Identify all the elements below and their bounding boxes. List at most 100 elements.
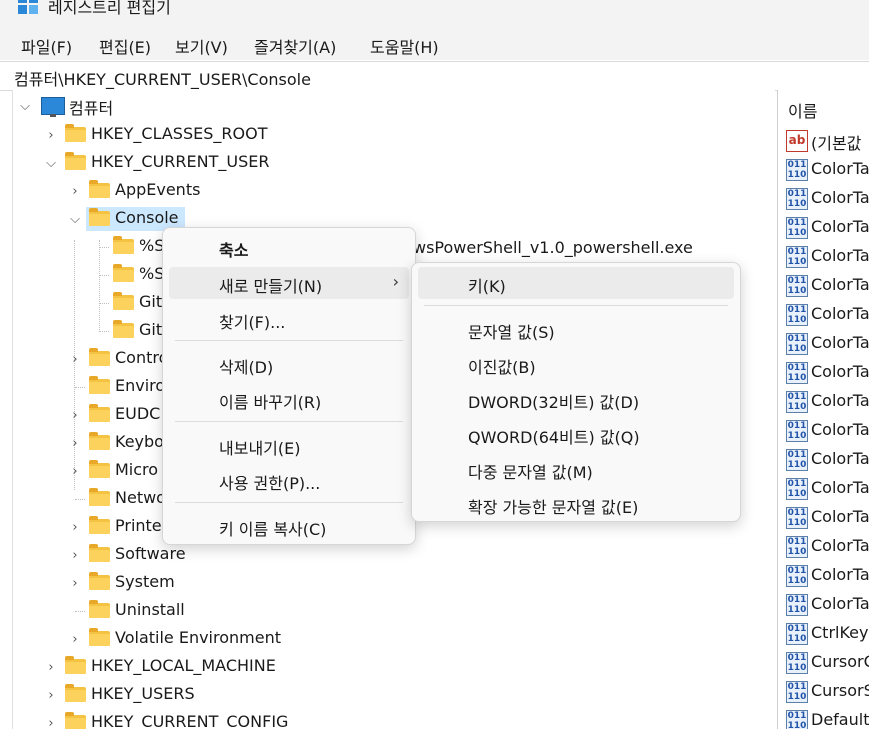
tree-guide bbox=[99, 240, 100, 330]
binary-value-icon: 011 110 bbox=[786, 449, 808, 471]
submenu-item-string-value[interactable]: 문자열 값(S) bbox=[418, 313, 734, 345]
tree-label: 컴퓨터 bbox=[69, 99, 114, 118]
tree-guide bbox=[99, 331, 109, 332]
folder-icon bbox=[65, 124, 86, 142]
value-name: ColorTa bbox=[811, 536, 869, 555]
menu-item-label: 다중 문자열 값(M) bbox=[468, 463, 593, 482]
value-name: ColorTa bbox=[811, 304, 869, 323]
binary-value-icon: 011 110 bbox=[786, 420, 808, 442]
menu-edit[interactable]: 편집(E) bbox=[97, 34, 153, 58]
folder-icon bbox=[89, 572, 110, 590]
menu-separator bbox=[175, 502, 403, 503]
tree-label: Software bbox=[115, 544, 186, 563]
menu-item-new[interactable]: 새로 만들기(N) › bbox=[169, 267, 409, 299]
folder-icon bbox=[113, 264, 134, 282]
value-name: ColorTa bbox=[811, 246, 869, 265]
menu-item-copy-key-name[interactable]: 키 이름 복사(C) bbox=[169, 510, 409, 542]
value-name: ColorTa bbox=[811, 594, 869, 613]
tree-guide bbox=[75, 499, 85, 500]
chevron-right-icon[interactable]: › bbox=[67, 514, 83, 540]
binary-value-icon: 011 110 bbox=[786, 217, 808, 239]
menu-item-label: 이름 바꾸기(R) bbox=[219, 393, 322, 412]
binary-value-icon: 011 110 bbox=[786, 681, 808, 703]
chevron-right-icon[interactable]: › bbox=[67, 402, 83, 428]
chevron-right-icon: › bbox=[392, 272, 399, 291]
value-name: ColorTa bbox=[811, 333, 869, 352]
chevron-right-icon[interactable]: › bbox=[67, 542, 83, 568]
chevron-down-icon[interactable]: ⌵ bbox=[17, 93, 33, 119]
chevron-right-icon[interactable]: › bbox=[43, 122, 59, 148]
regedit-icon bbox=[18, 0, 38, 14]
folder-icon bbox=[89, 208, 110, 226]
value-name: ColorTa bbox=[811, 507, 869, 526]
menu-file[interactable]: 파일(F) bbox=[19, 34, 74, 58]
menu-item-label: 키 이름 복사(C) bbox=[219, 520, 327, 539]
chevron-right-icon[interactable]: › bbox=[67, 178, 83, 204]
menu-favorites[interactable]: 즐겨찾기(A) bbox=[252, 34, 338, 58]
column-header-name[interactable]: 이름 bbox=[788, 98, 817, 122]
folder-icon bbox=[89, 432, 110, 450]
folder-icon bbox=[65, 712, 86, 729]
tree-guide bbox=[99, 303, 109, 304]
folder-icon bbox=[89, 628, 110, 646]
tree-label: Printe bbox=[115, 516, 162, 535]
folder-icon bbox=[89, 516, 110, 534]
binary-value-icon: 011 110 bbox=[786, 333, 808, 355]
binary-value-icon: 011 110 bbox=[786, 362, 808, 384]
tree-label: Micro bbox=[115, 460, 159, 479]
address-bar[interactable]: 컴퓨터\HKEY_CURRENT_USER\Console bbox=[0, 61, 869, 91]
chevron-right-icon[interactable]: › bbox=[67, 570, 83, 596]
tree-label: System bbox=[115, 572, 175, 591]
chevron-down-icon[interactable]: ⌵ bbox=[43, 150, 59, 176]
binary-value-icon: 011 110 bbox=[786, 159, 808, 181]
tree-label: Git bbox=[139, 320, 163, 339]
menu-item-label: 축소 bbox=[219, 241, 249, 260]
menu-separator bbox=[175, 421, 403, 422]
tree-label: Console bbox=[115, 208, 179, 227]
folder-icon bbox=[113, 236, 134, 254]
folder-icon bbox=[65, 152, 86, 170]
binary-value-icon: 011 110 bbox=[786, 188, 808, 210]
submenu-item-binary-value[interactable]: 이진값(B) bbox=[418, 348, 734, 380]
binary-value-icon: 011 110 bbox=[786, 507, 808, 529]
menu-item-find[interactable]: 찾기(F)... bbox=[169, 303, 409, 335]
folder-icon bbox=[65, 684, 86, 702]
submenu-item-expandable-string-value[interactable]: 확장 가능한 문자열 값(E) bbox=[418, 488, 734, 520]
menu-separator bbox=[175, 340, 403, 341]
submenu-item-key[interactable]: 키(K) bbox=[418, 267, 734, 299]
submenu-item-dword-value[interactable]: DWORD(32비트) 값(D) bbox=[418, 383, 734, 415]
submenu-item-qword-value[interactable]: QWORD(64비트) 값(Q) bbox=[418, 418, 734, 450]
chevron-right-icon[interactable]: › bbox=[67, 430, 83, 456]
menu-item-export[interactable]: 내보내기(E) bbox=[169, 429, 409, 461]
value-name: (기본값 bbox=[811, 134, 862, 153]
menu-item-label: 찾기(F)... bbox=[219, 313, 286, 332]
values-list[interactable]: 이름 ab (기본값 011 110 ColorTa 011 110 ColorTa… bbox=[777, 90, 869, 729]
menu-item-label: 삭제(D) bbox=[219, 358, 274, 377]
tree-label: HKEY_CURRENT_CONFIG bbox=[91, 712, 289, 729]
value-data-text: wsPowerShell_v1.0_powershell.exe bbox=[413, 238, 693, 257]
chevron-right-icon[interactable]: › bbox=[67, 346, 83, 372]
chevron-down-icon[interactable]: ⌵ bbox=[67, 206, 83, 232]
address-path[interactable]: 컴퓨터\HKEY_CURRENT_USER\Console bbox=[14, 66, 311, 90]
menu-item-delete[interactable]: 삭제(D) bbox=[169, 348, 409, 380]
chevron-right-icon[interactable]: › bbox=[43, 682, 59, 708]
chevron-right-icon[interactable]: › bbox=[43, 654, 59, 680]
menu-help[interactable]: 도움말(H) bbox=[368, 34, 441, 58]
value-name: CursorC bbox=[811, 652, 869, 671]
value-name: ColorTa bbox=[811, 159, 869, 178]
menu-item-permissions[interactable]: 사용 권한(P)... bbox=[169, 464, 409, 496]
menu-view[interactable]: 보기(V) bbox=[173, 34, 230, 58]
menu-item-rename[interactable]: 이름 바꾸기(R) bbox=[169, 383, 409, 415]
tree-label: %S bbox=[139, 236, 165, 255]
submenu-item-multi-string-value[interactable]: 다중 문자열 값(M) bbox=[418, 453, 734, 485]
chevron-right-icon[interactable]: › bbox=[67, 626, 83, 652]
menu-item-collapse[interactable]: 축소 bbox=[169, 231, 409, 263]
tree-guide bbox=[99, 247, 109, 248]
menu-separator bbox=[424, 305, 728, 306]
menu-item-label: QWORD(64비트) 값(Q) bbox=[468, 428, 640, 447]
folder-icon bbox=[89, 600, 110, 618]
tree-label: HKEY_CURRENT_USER bbox=[91, 152, 270, 171]
menu-item-label: 문자열 값(S) bbox=[468, 323, 555, 342]
chevron-right-icon[interactable]: › bbox=[43, 710, 59, 729]
chevron-right-icon[interactable]: › bbox=[67, 458, 83, 484]
